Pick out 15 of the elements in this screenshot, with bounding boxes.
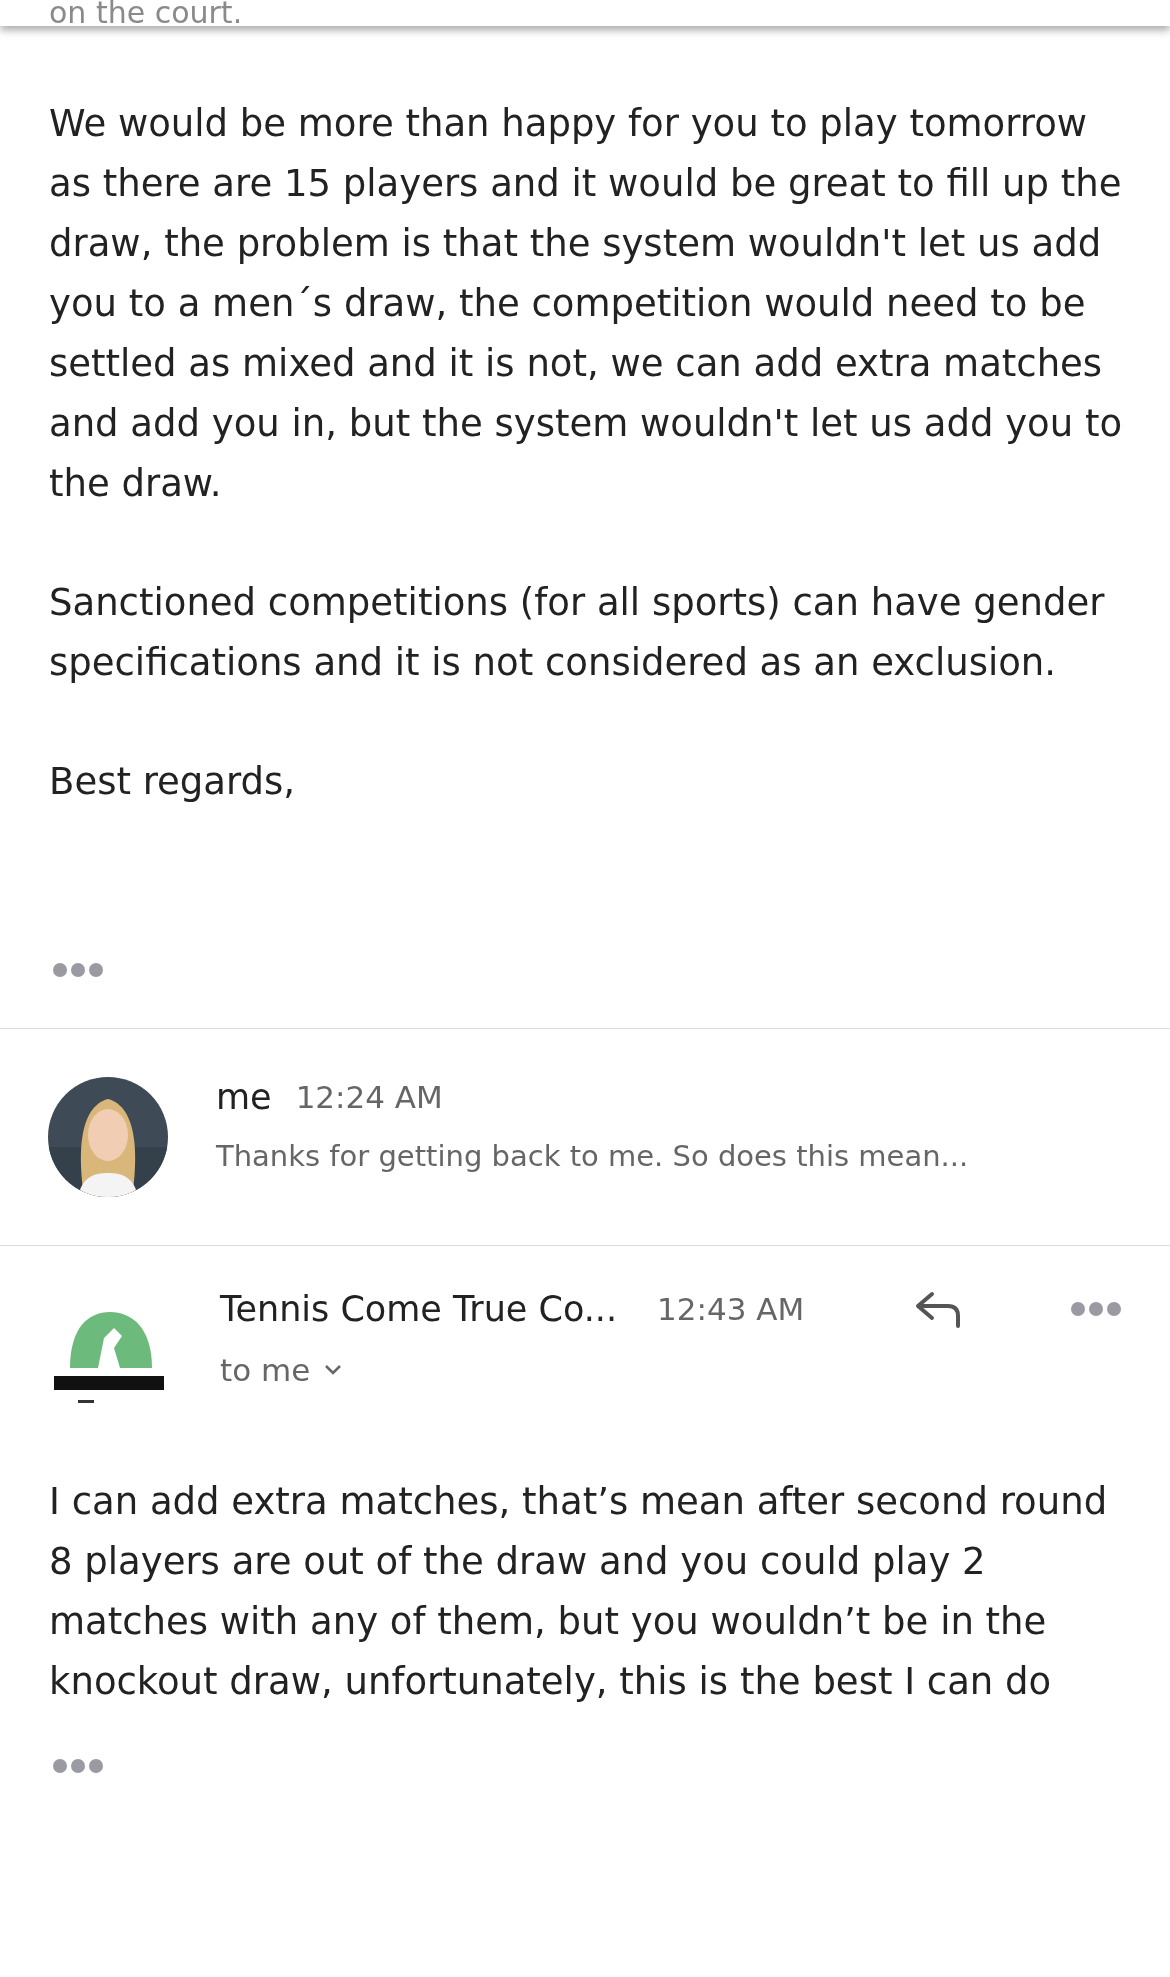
- message-paragraph: Sanctioned competitions (for all sports) can have gender specifications and it is not considered as an exclusion.: [49, 580, 1106, 686]
- message-time: 12:24 AM: [295, 1079, 443, 1115]
- sender-name: me: [216, 1077, 272, 1117]
- sender-name: Tennis Come True Co...: [220, 1289, 618, 1329]
- message-paragraph: We would be more than happy for you to play tomorrow as there are 15 players and it would be great to fill up the draw, the problem is that the system wouldn't let us add you to a men´s draw, the competition would need to be settled as mixed and it is not, we can add extra matches and add you in, but the system wouldn't let us add you to the draw.: [49, 101, 1124, 507]
- message-paragraph: Best regards,: [49, 759, 297, 805]
- recipient-label: to me: [220, 1352, 311, 1388]
- chevron-down-icon[interactable]: [324, 1364, 343, 1376]
- message-paragraph: I can add extra matches, that’s mean after second round 8 players are out of the draw and you could play 2 matches with any of them, but you wouldn’t be in the knockout draw, unfortunately, this is the best I can do: [49, 1479, 1109, 1705]
- message-snippet: Thanks for getting back to me. So does this mean...: [216, 1139, 970, 1173]
- message-text: on the court.: [49, 0, 244, 26]
- more-icon[interactable]: [52, 1758, 104, 1774]
- message-time: 12:43 AM: [657, 1291, 805, 1327]
- more-icon[interactable]: [52, 962, 104, 978]
- more-icon[interactable]: [1070, 1301, 1122, 1317]
